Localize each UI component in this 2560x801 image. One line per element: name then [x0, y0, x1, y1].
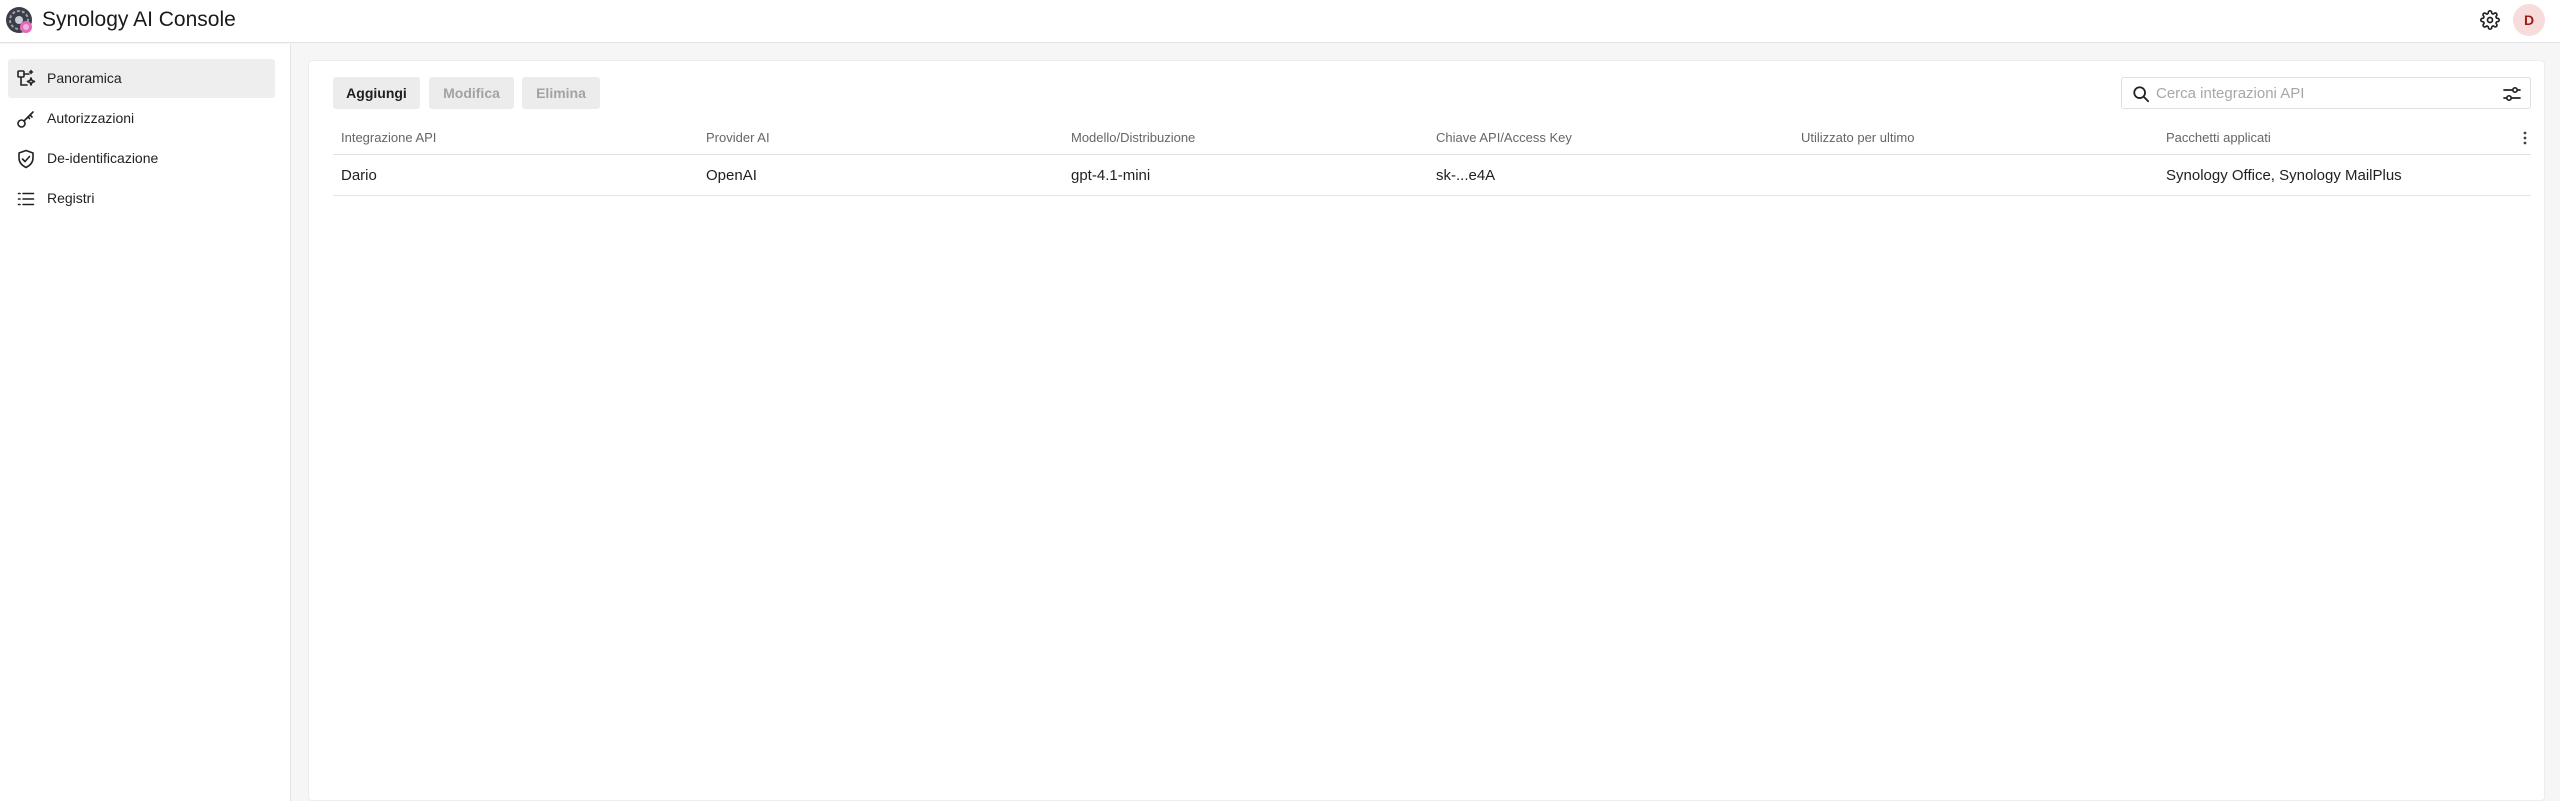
- app-title: Synology AI Console: [42, 8, 236, 31]
- column-header-last-used[interactable]: Utilizzato per ultimo: [1801, 130, 1914, 146]
- cell-model: gpt-4.1-mini: [1071, 167, 1151, 184]
- sidebar-item-label: Registri: [47, 190, 95, 206]
- table-row[interactable]: Dario OpenAI gpt-4.1-mini sk-...e4A Syno…: [333, 155, 2531, 196]
- search-icon: [2133, 86, 2150, 103]
- column-header-model[interactable]: Modello/Distribuzione: [1071, 130, 1195, 146]
- cell-packages: Synology Office, Synology MailPlus: [2166, 167, 2402, 184]
- sidebar-item-label: Panoramica: [47, 70, 122, 86]
- synology-ai-logo-icon: [6, 7, 32, 33]
- add-button[interactable]: Aggiungi: [333, 77, 420, 109]
- search-box: [2121, 77, 2531, 109]
- sidebar-item-label: De-identificazione: [47, 150, 159, 166]
- sidebar-item-label: Autorizzazioni: [47, 110, 135, 126]
- edit-button[interactable]: Modifica: [429, 77, 514, 109]
- column-menu-icon[interactable]: [2519, 129, 2531, 147]
- dashboard-sparkle-icon: [16, 69, 36, 89]
- cell-provider: OpenAI: [706, 167, 757, 184]
- api-integrations-panel: Aggiungi Modifica Elimina Integrazione A…: [308, 60, 2545, 801]
- top-bar: Synology AI Console D: [0, 0, 2560, 43]
- column-header-packages[interactable]: Pacchetti applicati: [2166, 130, 2271, 146]
- table-header: Integrazione API Provider AI Modello/Dis…: [333, 121, 2531, 155]
- key-icon: [16, 109, 36, 129]
- sidebar-item-de-identificazione[interactable]: De-identificazione: [8, 139, 275, 178]
- settings-button[interactable]: [2478, 8, 2502, 32]
- sidebar: Panoramica Autorizzazioni De-identificaz…: [0, 44, 291, 801]
- sidebar-item-panoramica[interactable]: Panoramica: [8, 59, 275, 98]
- shield-check-icon: [16, 149, 36, 169]
- list-icon: [16, 189, 36, 209]
- user-avatar[interactable]: D: [2513, 4, 2545, 36]
- filter-sliders-icon[interactable]: [2502, 84, 2522, 104]
- gear-icon: [2480, 10, 2500, 30]
- column-header-integration[interactable]: Integrazione API: [341, 130, 436, 146]
- search-input[interactable]: [2156, 82, 2486, 104]
- cell-integration: Dario: [341, 167, 377, 184]
- sidebar-item-registri[interactable]: Registri: [8, 179, 275, 218]
- sidebar-item-autorizzazioni[interactable]: Autorizzazioni: [8, 99, 275, 138]
- delete-button[interactable]: Elimina: [522, 77, 600, 109]
- column-header-provider[interactable]: Provider AI: [706, 130, 770, 146]
- column-header-key[interactable]: Chiave API/Access Key: [1436, 130, 1572, 146]
- cell-key: sk-...e4A: [1436, 167, 1496, 184]
